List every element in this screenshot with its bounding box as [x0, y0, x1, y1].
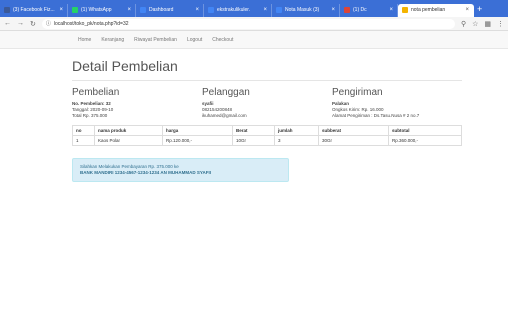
address-bar: ← → ↻ ⓘ localhost/toko_pk/nota.php?id=32…: [0, 17, 508, 31]
payment-alert: Silahkan Melakukan Pembayaran Rp. 375.00…: [72, 158, 289, 182]
pembelian-heading: Pembelian: [72, 87, 120, 98]
facebook-icon: [4, 7, 10, 13]
tab-label: Dashboard: [149, 7, 174, 13]
cell-subtotal: Rp.360.000,-: [388, 135, 462, 146]
col-header: harga: [162, 125, 233, 136]
pembelian-total: Total Rp. 375.000: [72, 113, 108, 118]
close-icon[interactable]: ×: [195, 7, 199, 13]
back-icon[interactable]: ←: [4, 20, 11, 27]
tab-label: Nota Masuk (3): [285, 7, 320, 13]
pengiriman-section: Pengiriman Palakan Ongkos Kirim: Rp. 16.…: [332, 87, 462, 119]
page-icon: [140, 7, 146, 13]
table-row: 1 Kaos Polar Rp.120.000,- 10Gr 3 30Gr Rp…: [72, 135, 462, 146]
pengiriman-heading: Pengiriman: [332, 87, 383, 98]
close-icon[interactable]: ×: [263, 7, 267, 13]
nav-riwayat-pembelian[interactable]: Riwayat Pembelian: [134, 37, 177, 43]
browser-tab[interactable]: ekstrakulikuler. ×: [204, 3, 272, 17]
nav-keranjang[interactable]: Keranjang: [101, 37, 124, 43]
browser-tab[interactable]: Nota Masuk (3) ×: [272, 3, 340, 17]
pengiriman-tipe: Palakan: [332, 101, 350, 106]
page-title: Detail Pembelian: [72, 58, 178, 74]
pelanggan-heading: Pelanggan: [202, 87, 250, 98]
url-field[interactable]: ⓘ localhost/toko_pk/nota.php?id=32: [41, 18, 455, 29]
star-icon[interactable]: ☆: [472, 20, 478, 28]
extensions-icon[interactable]: ▦: [484, 20, 491, 28]
page-icon: [276, 7, 282, 13]
page-icon: [208, 7, 214, 13]
alert-bank-info: BANK MANDIRI 1234-4567-1234-1234 AN MUHA…: [80, 170, 211, 175]
pembelian-no: No. Pembelian: 32: [72, 101, 111, 106]
pelanggan-nama: syafii: [202, 101, 214, 106]
pembelian-section: Pembelian No. Pembelian: 32 Tanggal: 202…: [72, 87, 202, 119]
whatsapp-icon: [72, 7, 78, 13]
pelanggan-email: ikuhamed@gmail.com: [202, 113, 247, 118]
pelanggan-section: Pelanggan syafii 082154200848 ikuhamed@g…: [202, 87, 332, 119]
browser-tab[interactable]: Dashboard ×: [136, 3, 204, 17]
pengiriman-alamat: Alamat Pengiriman : Ds.Tasu.Nusa # 2 no.…: [332, 113, 420, 118]
tab-label: nota pembelian: [411, 7, 446, 13]
tab-label: (1) WhatsApp: [81, 7, 112, 13]
col-header: subberat: [318, 125, 389, 136]
nav-home[interactable]: Home: [78, 37, 91, 43]
cell-harga: Rp.120.000,-: [162, 135, 233, 146]
main-content: Detail Pembelian Pembelian No. Pembelian…: [72, 58, 462, 182]
browser-tab[interactable]: (1) WhatsApp ×: [68, 3, 136, 17]
new-tab-button[interactable]: +: [477, 4, 482, 14]
site-navbar: Home Keranjang Riwayat Pembelian Logout …: [0, 31, 508, 49]
url-text: localhost/toko_pk/nota.php?id=32: [53, 20, 129, 27]
produk-table: no nama produk harga Berat jumlah subber…: [72, 125, 462, 146]
cell-subberat: 30Gr: [318, 135, 389, 146]
close-icon[interactable]: ×: [465, 7, 469, 13]
browser-tab[interactable]: (3) Facebook Fiz... ×: [0, 3, 68, 17]
close-icon[interactable]: ×: [59, 7, 63, 13]
table-header-row: no nama produk harga Berat jumlah subber…: [72, 125, 462, 136]
cell-berat: 10Gr: [232, 135, 275, 146]
browser-tab-active[interactable]: nota pembelian ×: [398, 3, 474, 17]
info-icon: ⓘ: [45, 21, 51, 27]
col-header: nama produk: [94, 125, 163, 136]
col-header: subtotal: [388, 125, 462, 136]
nav-checkout[interactable]: Checkout: [212, 37, 233, 43]
forward-icon[interactable]: →: [17, 20, 24, 27]
browser-tab-bar: (3) Facebook Fiz... × (1) WhatsApp × Dashb…: [0, 0, 508, 17]
tab-label: ekstrakulikuler.: [217, 7, 251, 13]
cell-jumlah: 3: [274, 135, 319, 146]
page-icon: [344, 7, 350, 13]
cell-no: 1: [72, 135, 95, 146]
reload-icon[interactable]: ↻: [30, 20, 36, 28]
browser-tab[interactable]: (1) Dc ×: [340, 3, 398, 17]
col-header: jumlah: [274, 125, 319, 136]
close-icon[interactable]: ×: [389, 7, 393, 13]
close-icon[interactable]: ×: [127, 7, 131, 13]
menu-icon[interactable]: ⋮: [497, 20, 504, 28]
col-header: no: [72, 125, 95, 136]
tab-label: (3) Facebook Fiz...: [13, 7, 55, 13]
divider: [72, 80, 462, 81]
cell-nama-produk: Kaos Polar: [94, 135, 163, 146]
col-header: Berat: [232, 125, 275, 136]
close-icon[interactable]: ×: [331, 7, 335, 13]
tab-label: (1) Dc: [353, 7, 367, 13]
nav-logout[interactable]: Logout: [187, 37, 202, 43]
info-columns: Pembelian No. Pembelian: 32 Tanggal: 202…: [72, 87, 462, 119]
search-icon[interactable]: ⚲: [461, 20, 466, 28]
page-icon: [402, 7, 408, 13]
